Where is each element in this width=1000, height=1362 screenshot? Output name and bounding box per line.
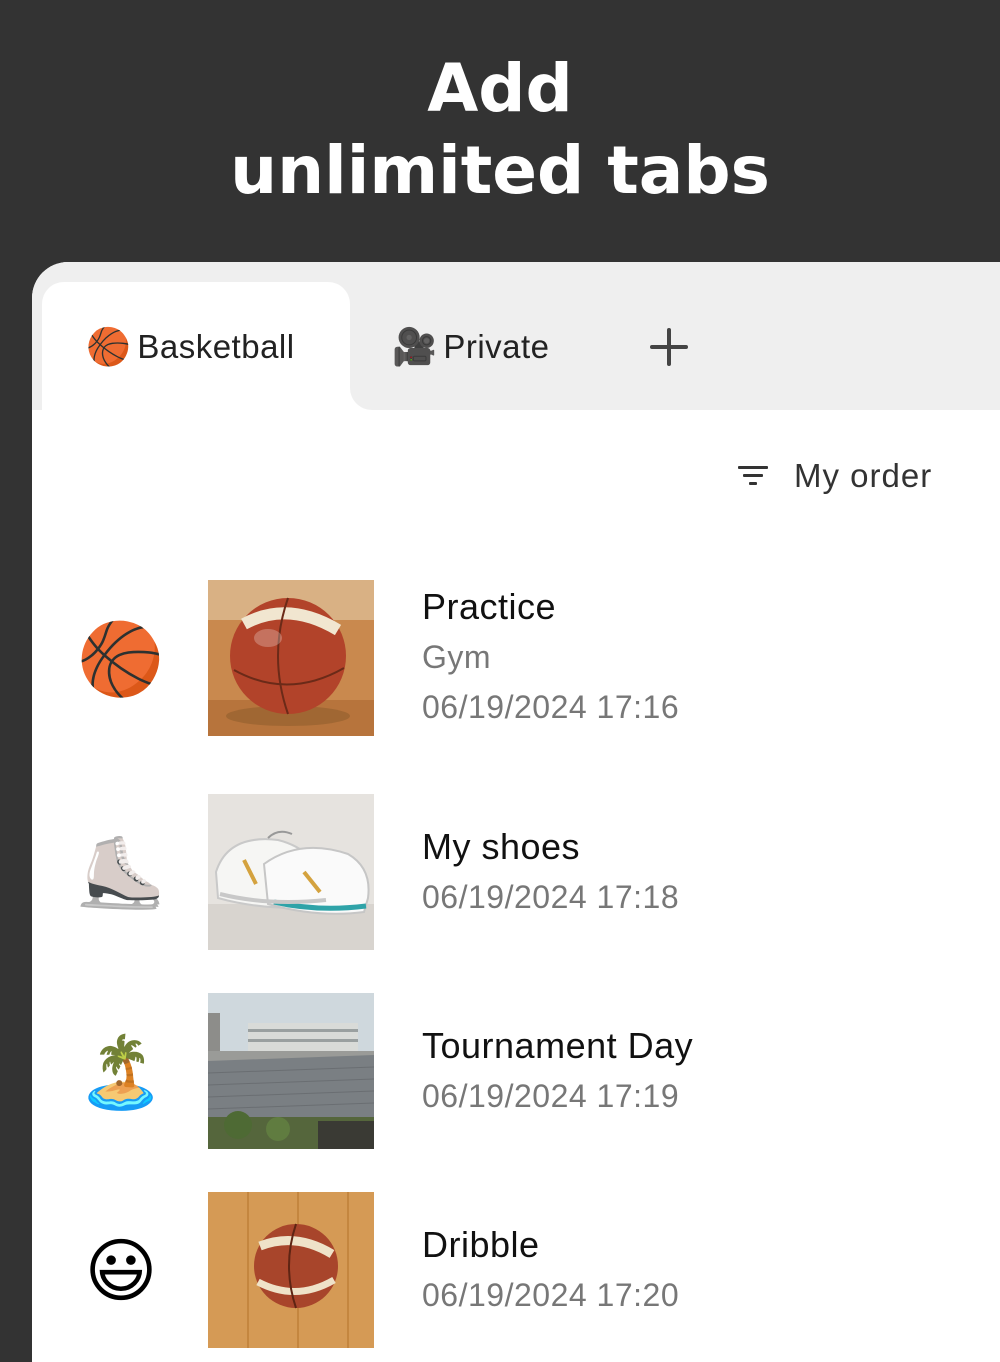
item-date: 06/19/2024 17:20 [422,1277,680,1313]
headline-line-2: unlimited tabs [230,132,770,209]
basketball-icon: 🏀 [86,326,132,367]
headline: Add unlimited tabs [0,48,1000,212]
thumbnail-sneakers-photo [208,794,374,950]
item-date: 06/19/2024 17:19 [422,1078,680,1114]
tab-label: Basketball [137,328,295,365]
basketball-icon: 🏀 [77,620,165,698]
list-item-dribble[interactable]: 😃 Dribble 06/19/2024 17:20 [32,1192,1000,1352]
item-subtitle: Gym [422,639,492,675]
item-title: My shoes [422,826,581,867]
list-item-my-shoes[interactable]: ⛸️ My shoes 06/19/2024 17:18 [32,794,1000,954]
item-title: Dribble [422,1224,540,1265]
item-title: Practice [422,586,557,627]
smiley-face-icon: 😃 [84,1232,158,1310]
item-title: Tournament Day [422,1025,694,1066]
add-tab-button[interactable] [644,324,694,370]
sort-label: My order [794,457,933,494]
movie-camera-icon: 🎥 [392,326,438,367]
tab-basketball[interactable]: 🏀 Basketball [86,320,295,374]
list-item-practice[interactable]: 🏀 Practice Gym 06/19/2024 17:16 [32,580,1000,740]
thumbnail-basketball-photo [208,580,374,736]
thumbnail-basketball-on-wood-photo [208,1192,374,1348]
item-date: 06/19/2024 17:16 [422,689,680,725]
tab-label: Private [443,328,550,365]
list-item-tournament-day[interactable]: 🏝️ Tournament Day 06/19/2024 17:19 [32,993,1000,1153]
filter-icon [738,464,770,488]
desert-island-icon: 🏝️ [77,1033,165,1111]
item-date: 06/19/2024 17:18 [422,879,680,915]
tab-private[interactable]: 🎥 Private [392,320,550,374]
sort-button[interactable]: My order [738,452,932,500]
headline-line-1: Add [427,50,573,127]
ice-skate-icon: ⛸️ [77,834,165,912]
thumbnail-rooftop-photo [208,993,374,1149]
app-screen: 🏀 Basketball 🎥 Private My order 🏀 Practi… [32,262,1000,1362]
